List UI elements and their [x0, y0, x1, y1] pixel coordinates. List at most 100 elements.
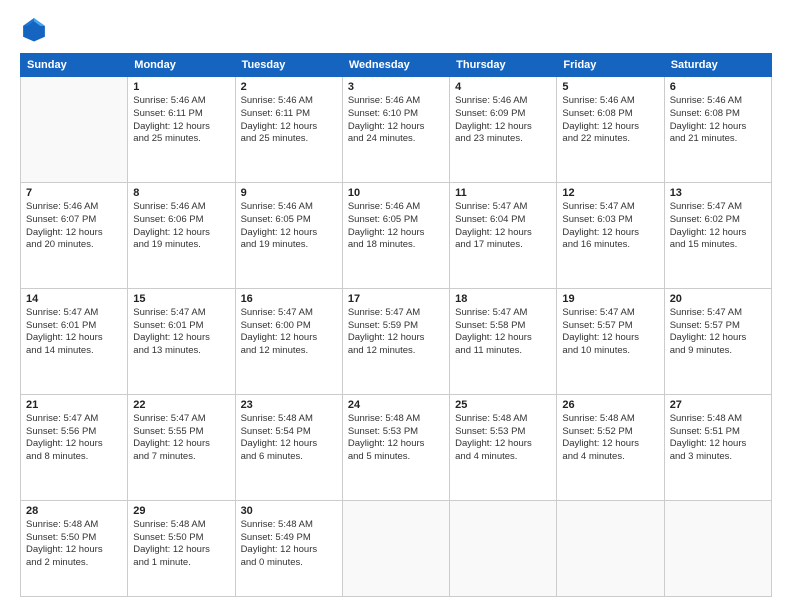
calendar-cell — [450, 500, 557, 596]
day-info: Sunrise: 5:46 AM Sunset: 6:07 PM Dayligh… — [26, 201, 122, 252]
calendar-cell — [557, 500, 664, 596]
day-number: 27 — [670, 399, 766, 411]
day-number: 12 — [562, 187, 658, 199]
day-of-week-header: Friday — [557, 54, 664, 77]
day-info: Sunrise: 5:47 AM Sunset: 6:01 PM Dayligh… — [133, 307, 229, 358]
calendar-cell: 14 Sunrise: 5:47 AM Sunset: 6:01 PM Dayli… — [21, 288, 128, 394]
day-info: Sunrise: 5:47 AM Sunset: 5:59 PM Dayligh… — [348, 307, 444, 358]
day-info: Sunrise: 5:47 AM Sunset: 6:03 PM Dayligh… — [562, 201, 658, 252]
day-number: 8 — [133, 187, 229, 199]
day-info: Sunrise: 5:48 AM Sunset: 5:49 PM Dayligh… — [241, 519, 337, 570]
day-number: 9 — [241, 187, 337, 199]
calendar-cell: 17 Sunrise: 5:47 AM Sunset: 5:59 PM Dayli… — [342, 288, 449, 394]
calendar-cell: 21 Sunrise: 5:47 AM Sunset: 5:56 PM Dayli… — [21, 394, 128, 500]
calendar-cell: 29 Sunrise: 5:48 AM Sunset: 5:50 PM Dayli… — [128, 500, 235, 596]
day-info: Sunrise: 5:48 AM Sunset: 5:52 PM Dayligh… — [562, 413, 658, 464]
day-info: Sunrise: 5:47 AM Sunset: 6:04 PM Dayligh… — [455, 201, 551, 252]
day-number: 13 — [670, 187, 766, 199]
calendar-cell: 13 Sunrise: 5:47 AM Sunset: 6:02 PM Dayli… — [664, 182, 771, 288]
calendar-cell: 12 Sunrise: 5:47 AM Sunset: 6:03 PM Dayli… — [557, 182, 664, 288]
day-number: 14 — [26, 293, 122, 305]
day-number: 7 — [26, 187, 122, 199]
day-info: Sunrise: 5:47 AM Sunset: 6:02 PM Dayligh… — [670, 201, 766, 252]
calendar-cell: 7 Sunrise: 5:46 AM Sunset: 6:07 PM Daylig… — [21, 182, 128, 288]
day-info: Sunrise: 5:46 AM Sunset: 6:10 PM Dayligh… — [348, 95, 444, 146]
day-number: 26 — [562, 399, 658, 411]
day-info: Sunrise: 5:47 AM Sunset: 6:01 PM Dayligh… — [26, 307, 122, 358]
day-info: Sunrise: 5:47 AM Sunset: 5:55 PM Dayligh… — [133, 413, 229, 464]
calendar-week-row: 1Sunrise: 5:46 AM Sunset: 6:11 PM Daylig… — [21, 77, 772, 183]
calendar-week-row: 7 Sunrise: 5:46 AM Sunset: 6:07 PM Daylig… — [21, 182, 772, 288]
day-info: Sunrise: 5:46 AM Sunset: 6:08 PM Dayligh… — [562, 95, 658, 146]
day-number: 21 — [26, 399, 122, 411]
day-info: Sunrise: 5:47 AM Sunset: 6:00 PM Dayligh… — [241, 307, 337, 358]
day-number: 19 — [562, 293, 658, 305]
day-number: 11 — [455, 187, 551, 199]
day-number: 24 — [348, 399, 444, 411]
day-info: Sunrise: 5:47 AM Sunset: 5:57 PM Dayligh… — [562, 307, 658, 358]
calendar-cell: 20 Sunrise: 5:47 AM Sunset: 5:57 PM Dayli… — [664, 288, 771, 394]
calendar-cell — [664, 500, 771, 596]
header-row: SundayMondayTuesdayWednesdayThursdayFrid… — [21, 54, 772, 77]
calendar-cell: 10Sunrise: 5:46 AM Sunset: 6:05 PM Dayli… — [342, 182, 449, 288]
day-number: 18 — [455, 293, 551, 305]
day-info: Sunrise: 5:46 AM Sunset: 6:06 PM Dayligh… — [133, 201, 229, 252]
day-number: 20 — [670, 293, 766, 305]
calendar-header: SundayMondayTuesdayWednesdayThursdayFrid… — [21, 54, 772, 77]
day-info: Sunrise: 5:46 AM Sunset: 6:05 PM Dayligh… — [241, 201, 337, 252]
day-number: 29 — [133, 505, 229, 517]
day-number: 16 — [241, 293, 337, 305]
header — [20, 15, 772, 43]
day-info: Sunrise: 5:48 AM Sunset: 5:50 PM Dayligh… — [26, 519, 122, 570]
day-number: 10 — [348, 187, 444, 199]
day-number: 22 — [133, 399, 229, 411]
calendar-cell: 8 Sunrise: 5:46 AM Sunset: 6:06 PM Daylig… — [128, 182, 235, 288]
day-info: Sunrise: 5:47 AM Sunset: 5:57 PM Dayligh… — [670, 307, 766, 358]
logo — [20, 15, 52, 43]
calendar-cell: 11 Sunrise: 5:47 AM Sunset: 6:04 PM Dayli… — [450, 182, 557, 288]
day-of-week-header: Tuesday — [235, 54, 342, 77]
calendar-cell: 3 Sunrise: 5:46 AM Sunset: 6:10 PM Daylig… — [342, 77, 449, 183]
calendar-cell — [21, 77, 128, 183]
day-info: Sunrise: 5:47 AM Sunset: 5:58 PM Dayligh… — [455, 307, 551, 358]
day-number: 23 — [241, 399, 337, 411]
day-of-week-header: Sunday — [21, 54, 128, 77]
day-info: Sunrise: 5:48 AM Sunset: 5:50 PM Dayligh… — [133, 519, 229, 570]
calendar-cell: 27 Sunrise: 5:48 AM Sunset: 5:51 PM Dayli… — [664, 394, 771, 500]
day-of-week-header: Saturday — [664, 54, 771, 77]
calendar-cell: 26 Sunrise: 5:48 AM Sunset: 5:52 PM Dayli… — [557, 394, 664, 500]
calendar-week-row: 28 Sunrise: 5:48 AM Sunset: 5:50 PM Dayli… — [21, 500, 772, 596]
day-info: Sunrise: 5:48 AM Sunset: 5:51 PM Dayligh… — [670, 413, 766, 464]
calendar-week-row: 21 Sunrise: 5:47 AM Sunset: 5:56 PM Dayli… — [21, 394, 772, 500]
day-number: 25 — [455, 399, 551, 411]
day-info: Sunrise: 5:46 AM Sunset: 6:08 PM Dayligh… — [670, 95, 766, 146]
page: SundayMondayTuesdayWednesdayThursdayFrid… — [0, 0, 792, 612]
calendar-body: 1Sunrise: 5:46 AM Sunset: 6:11 PM Daylig… — [21, 77, 772, 597]
day-info: Sunrise: 5:46 AM Sunset: 6:11 PM Dayligh… — [133, 95, 229, 146]
day-number: 2 — [241, 81, 337, 93]
day-info: Sunrise: 5:47 AM Sunset: 5:56 PM Dayligh… — [26, 413, 122, 464]
calendar-cell: 18 Sunrise: 5:47 AM Sunset: 5:58 PM Dayli… — [450, 288, 557, 394]
calendar-cell: 19 Sunrise: 5:47 AM Sunset: 5:57 PM Dayli… — [557, 288, 664, 394]
calendar-cell: 1Sunrise: 5:46 AM Sunset: 6:11 PM Daylig… — [128, 77, 235, 183]
calendar-cell: 2Sunrise: 5:46 AM Sunset: 6:11 PM Daylig… — [235, 77, 342, 183]
day-number: 15 — [133, 293, 229, 305]
calendar-cell: 15 Sunrise: 5:47 AM Sunset: 6:01 PM Dayli… — [128, 288, 235, 394]
calendar-cell: 22 Sunrise: 5:47 AM Sunset: 5:55 PM Dayli… — [128, 394, 235, 500]
day-number: 28 — [26, 505, 122, 517]
calendar-cell: 24Sunrise: 5:48 AM Sunset: 5:53 PM Dayli… — [342, 394, 449, 500]
day-info: Sunrise: 5:48 AM Sunset: 5:54 PM Dayligh… — [241, 413, 337, 464]
day-of-week-header: Wednesday — [342, 54, 449, 77]
day-number: 3 — [348, 81, 444, 93]
day-number: 17 — [348, 293, 444, 305]
calendar-cell: 4Sunrise: 5:46 AM Sunset: 6:09 PM Daylig… — [450, 77, 557, 183]
calendar-week-row: 14 Sunrise: 5:47 AM Sunset: 6:01 PM Dayli… — [21, 288, 772, 394]
day-info: Sunrise: 5:48 AM Sunset: 5:53 PM Dayligh… — [455, 413, 551, 464]
calendar-cell — [342, 500, 449, 596]
day-number: 30 — [241, 505, 337, 517]
calendar-cell: 23 Sunrise: 5:48 AM Sunset: 5:54 PM Dayli… — [235, 394, 342, 500]
calendar-table: SundayMondayTuesdayWednesdayThursdayFrid… — [20, 53, 772, 597]
calendar-cell: 6Sunrise: 5:46 AM Sunset: 6:08 PM Daylig… — [664, 77, 771, 183]
calendar-cell: 16 Sunrise: 5:47 AM Sunset: 6:00 PM Dayli… — [235, 288, 342, 394]
day-info: Sunrise: 5:46 AM Sunset: 6:09 PM Dayligh… — [455, 95, 551, 146]
